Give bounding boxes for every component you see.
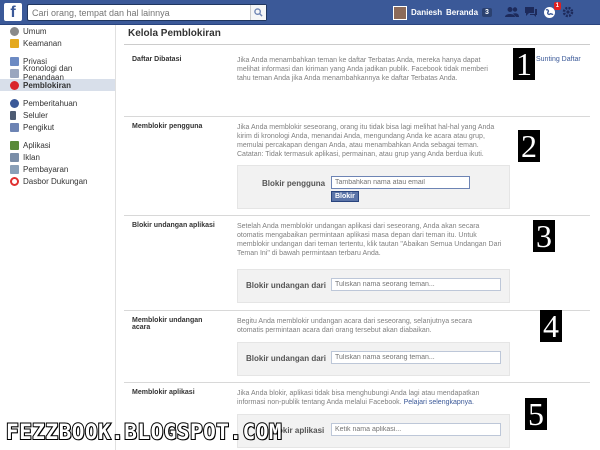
- block-users-panel: Blokir pengguna Blokir: [237, 165, 510, 209]
- globe-icon: [10, 98, 19, 108]
- mobile-icon: [10, 110, 16, 120]
- annotation-number: 3: [533, 220, 555, 252]
- section-description: Begitu Anda memblokir undangan acara dar…: [237, 318, 473, 334]
- block-app-invites-input[interactable]: [331, 278, 501, 291]
- field-label: Blokir undangan dari: [246, 354, 327, 363]
- section-label: Memblokir undangan acara: [132, 317, 203, 331]
- support-icon: [10, 176, 19, 186]
- ads-icon: [10, 152, 19, 162]
- avatar: [393, 5, 407, 20]
- sidebar-item-followers[interactable]: Pengikut: [0, 121, 115, 133]
- annotation-number: 2: [518, 130, 540, 162]
- section-description: Jika Anda menambahkan teman ke daftar Te…: [237, 57, 488, 82]
- page-title: Kelola Pemblokiran: [128, 28, 221, 39]
- learn-more-link[interactable]: Pelajari selengkapnya.: [404, 399, 474, 406]
- friends-icon: [505, 7, 519, 17]
- sidebar-item-apps[interactable]: Aplikasi: [0, 139, 115, 151]
- timeline-icon: [10, 68, 19, 78]
- block-event-invites-section: Memblokir undangan acara Begitu Anda mem…: [124, 311, 590, 383]
- lock-icon: [10, 38, 19, 48]
- gear-icon: [10, 26, 19, 36]
- sidebar-item-label: Pemblokiran: [23, 80, 72, 90]
- section-label: Blokir undangan aplikasi: [132, 222, 215, 229]
- search-icon: [254, 8, 263, 17]
- field-label: Blokir undangan dari: [246, 281, 327, 290]
- home-count-badge: 3: [482, 8, 492, 17]
- notification-badge: 1: [553, 2, 561, 10]
- watermark: FEZZBOOK.BLOGSPOT.COM: [5, 419, 283, 445]
- sidebar-item-label: Seluler: [23, 110, 48, 120]
- sidebar-item-mobile[interactable]: Seluler: [0, 109, 115, 121]
- search-input[interactable]: [28, 5, 248, 20]
- section-description: Setelah Anda memblokir undangan aplikasi…: [237, 223, 502, 257]
- sidebar-item-label: Iklan: [23, 152, 40, 162]
- messages-button[interactable]: [524, 3, 538, 21]
- sidebar-item-payments[interactable]: Pembayaran: [0, 163, 115, 175]
- section-description: Jika Anda blokir, aplikasi tidak bisa me…: [237, 390, 480, 406]
- block-app-invites-section: Blokir undangan aplikasi Setelah Anda me…: [124, 216, 590, 311]
- block-icon: [10, 80, 19, 90]
- facebook-logo[interactable]: f: [4, 3, 22, 21]
- search-button[interactable]: [250, 5, 266, 20]
- settings-sidebar: Umum Keamanan Privasi Kronologi dan Pena…: [0, 25, 116, 450]
- profile-name: Daniesh: [411, 8, 443, 17]
- sidebar-item-label: Dasbor Dukungan: [23, 176, 88, 186]
- messages-icon: [525, 7, 537, 17]
- jewel-icons: 1: [505, 2, 576, 21]
- block-user-input[interactable]: [331, 176, 470, 189]
- sidebar-item-notifications[interactable]: Pemberitahuan: [0, 97, 115, 109]
- sidebar-item-label: Pembayaran: [23, 164, 69, 174]
- section-label: Daftar Dibatasi: [132, 56, 182, 63]
- main-content: Kelola Pemblokiran Daftar Dibatasi Jika …: [118, 25, 600, 450]
- sidebar-item-label: Umum: [23, 26, 47, 36]
- friend-requests-button[interactable]: [505, 3, 519, 21]
- section-label: Memblokir aplikasi: [132, 389, 195, 396]
- block-event-invites-panel: Blokir undangan dari: [237, 342, 510, 376]
- block-app-input[interactable]: [331, 423, 501, 436]
- annotation-number: 5: [525, 398, 547, 430]
- block-event-invites-input[interactable]: [331, 351, 501, 364]
- edit-list-link[interactable]: Sunting Daftar: [536, 56, 581, 63]
- sidebar-item-general[interactable]: Umum: [0, 25, 115, 37]
- privacy-icon: [10, 56, 19, 66]
- section-description: Jika Anda memblokir seseorang, orang itu…: [237, 124, 495, 158]
- block-button[interactable]: Blokir: [331, 191, 359, 202]
- annotation-number: 1: [513, 48, 535, 80]
- top-navigation-bar: f Daniesh Beranda 3 1: [0, 0, 600, 25]
- sidebar-item-support-dashboard[interactable]: Dasbor Dukungan: [0, 175, 115, 187]
- block-app-invites-panel: Blokir undangan dari: [237, 269, 510, 303]
- section-label: Memblokir pengguna: [132, 123, 203, 130]
- home-label: Beranda: [446, 8, 479, 17]
- apps-icon: [10, 140, 19, 150]
- gear-icon: [562, 6, 574, 18]
- notifications-button[interactable]: 1: [543, 2, 561, 21]
- follower-icon: [10, 122, 19, 132]
- sidebar-item-timeline-tagging[interactable]: Kronologi dan Penandaan: [0, 64, 115, 82]
- sidebar-item-label: Pengikut: [23, 122, 55, 132]
- settings-button[interactable]: [562, 3, 576, 21]
- sidebar-item-security[interactable]: Keamanan: [0, 37, 115, 49]
- payment-icon: [10, 164, 19, 174]
- home-link[interactable]: Beranda 3: [446, 4, 492, 21]
- sidebar-item-label: Kronologi dan Penandaan: [23, 64, 73, 82]
- profile-link[interactable]: Daniesh: [393, 4, 442, 21]
- sidebar-item-label: Pemberitahuan: [23, 98, 78, 108]
- search-box: [27, 4, 267, 21]
- sidebar-item-label: Keamanan: [23, 38, 62, 48]
- sidebar-item-ads[interactable]: Iklan: [0, 151, 115, 163]
- field-label: Blokir pengguna: [262, 179, 326, 188]
- sidebar-item-label: Aplikasi: [23, 140, 51, 150]
- annotation-number: 4: [540, 310, 562, 342]
